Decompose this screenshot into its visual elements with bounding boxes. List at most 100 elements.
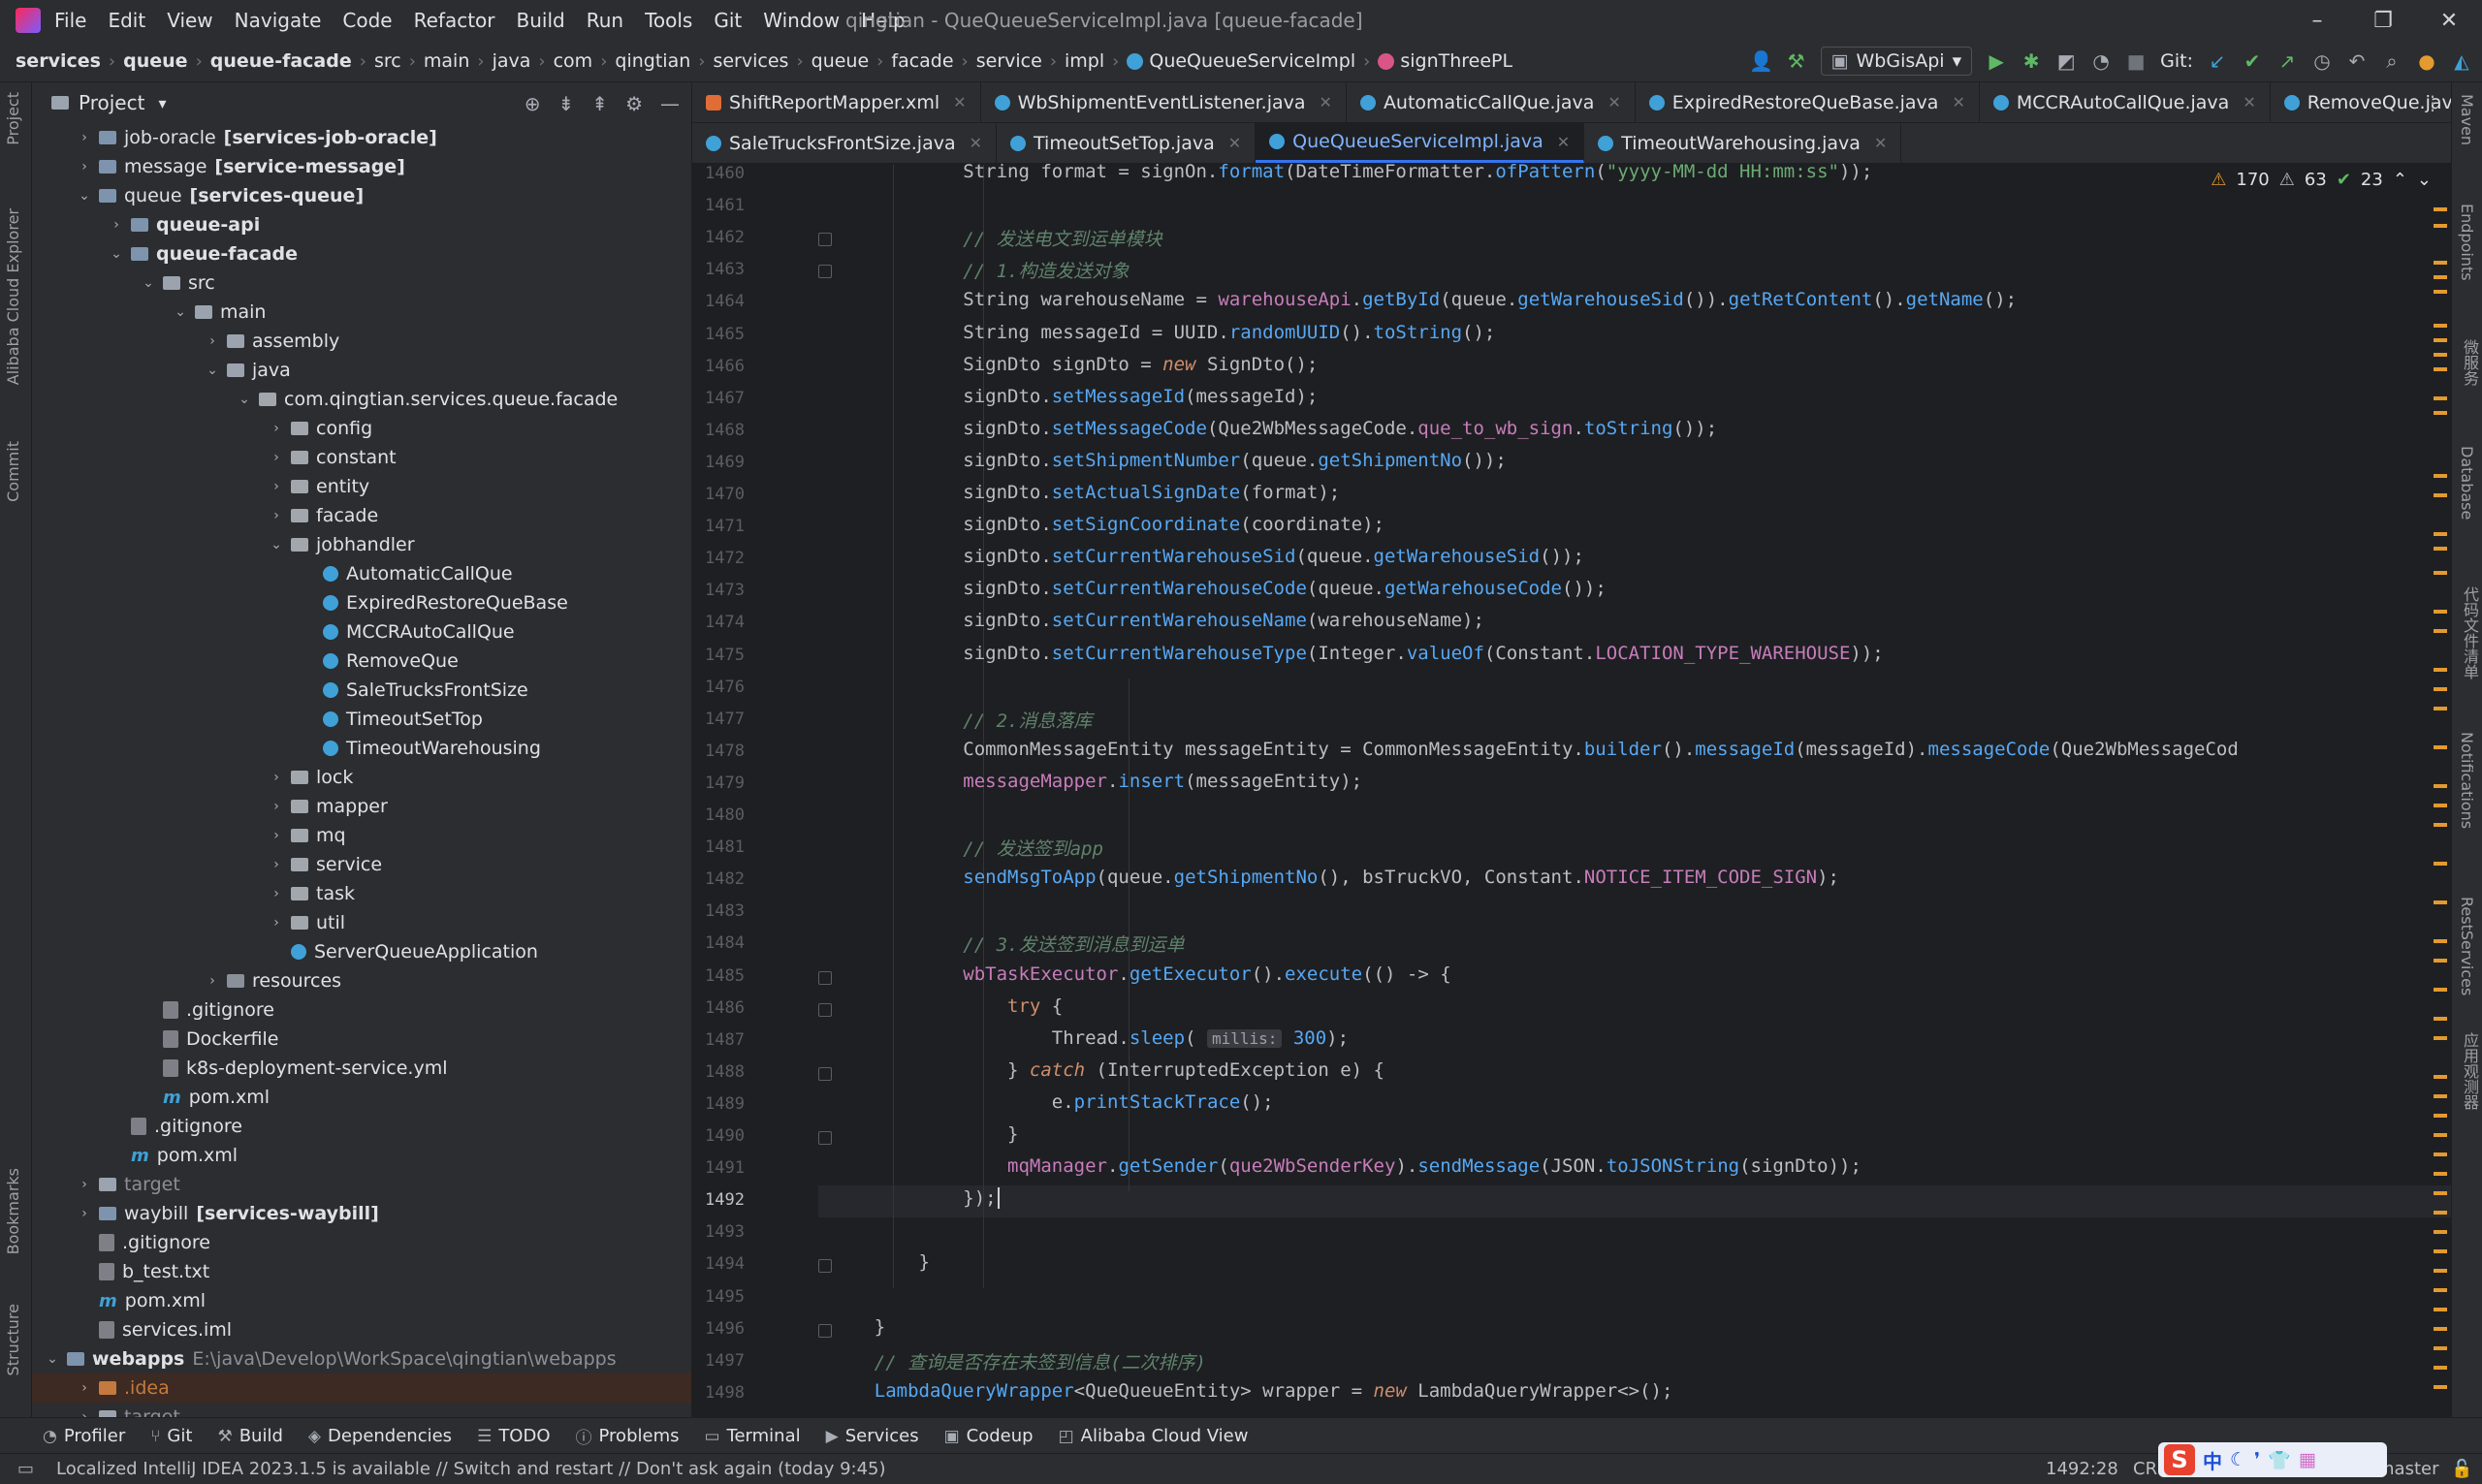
tree-node[interactable]: › job-oracle [services-job-oracle] bbox=[32, 123, 691, 152]
code-line[interactable]: mqManager.getSender(que2WbSenderKey).sen… bbox=[830, 1155, 1862, 1177]
rollback-icon[interactable]: ↶ bbox=[2346, 49, 2368, 73]
breadcrumb-item[interactable]: com bbox=[554, 50, 593, 72]
history-icon[interactable]: ◷ bbox=[2311, 49, 2333, 73]
coverage-icon[interactable]: ◩ bbox=[2055, 49, 2077, 73]
chevron-right-icon[interactable]: › bbox=[268, 915, 285, 931]
code-line[interactable]: } bbox=[830, 1123, 1018, 1145]
menu-item-navigate[interactable]: Navigate bbox=[235, 9, 322, 32]
breadcrumb-item[interactable]: main bbox=[424, 50, 469, 72]
chevron-right-icon[interactable]: › bbox=[268, 799, 285, 814]
tool-bookmarks[interactable]: Bookmarks bbox=[4, 1168, 22, 1254]
chevron-down-icon[interactable]: ⌄ bbox=[140, 275, 157, 291]
build-hammer-icon[interactable]: ⚒ bbox=[1786, 49, 1807, 73]
code-line[interactable]: String messageId = UUID.randomUUID().toS… bbox=[830, 322, 1495, 343]
tree-node[interactable]: ⌄ main bbox=[32, 298, 691, 327]
update-icon[interactable]: ● bbox=[2416, 49, 2437, 73]
breadcrumb-item[interactable]: java bbox=[493, 50, 531, 72]
menu-item-refactor[interactable]: Refactor bbox=[414, 9, 495, 32]
editor-tab[interactable]: TimeoutSetTop.java ✕ bbox=[997, 123, 1257, 163]
breadcrumb-item[interactable]: queue bbox=[811, 50, 870, 72]
chevron-right-icon[interactable]: › bbox=[76, 130, 93, 145]
toolbox-icon[interactable]: ▦ bbox=[2299, 1449, 2316, 1470]
tool-alibaba-cloud-explorer[interactable]: Alibaba Cloud Explorer bbox=[4, 208, 22, 385]
code-line[interactable]: SignDto signDto = new SignDto(); bbox=[830, 354, 1318, 375]
chevron-down-icon[interactable]: ⌄ bbox=[76, 188, 93, 204]
code-line[interactable]: signDto.setMessageCode(Que2WbMessageCode… bbox=[830, 418, 1717, 439]
git-update-icon[interactable]: ↙ bbox=[2207, 49, 2228, 73]
code-line[interactable]: signDto.setShipmentNumber(queue.getShipm… bbox=[830, 450, 1507, 471]
tree-node[interactable]: .gitignore bbox=[32, 1112, 691, 1141]
tree-node[interactable]: m pom.xml bbox=[32, 1286, 691, 1315]
menu-item-tools[interactable]: Tools bbox=[645, 9, 692, 32]
chevron-right-icon[interactable]: › bbox=[268, 479, 285, 494]
minimize-icon[interactable]: – bbox=[2284, 0, 2350, 41]
lock-icon[interactable]: 🔓 bbox=[2451, 1459, 2472, 1479]
tree-node[interactable]: › service bbox=[32, 850, 691, 879]
locate-icon[interactable]: ⊕ bbox=[525, 92, 541, 115]
breadcrumb-item[interactable]: qingtian bbox=[615, 50, 690, 72]
tree-node[interactable]: AutomaticCallQue bbox=[32, 559, 691, 588]
menu-item-edit[interactable]: Edit bbox=[108, 9, 145, 32]
menu-item-git[interactable]: Git bbox=[714, 9, 742, 32]
breadcrumb-item[interactable]: queue-facade bbox=[210, 50, 352, 72]
code-line[interactable]: wbTaskExecutor.getExecutor().execute(() … bbox=[830, 963, 1450, 985]
tool-window-profiler[interactable]: ◔ Profiler bbox=[43, 1426, 125, 1446]
code-line[interactable]: // 发送电文到运单模块 bbox=[830, 225, 1161, 251]
tree-node[interactable]: › util bbox=[32, 908, 691, 937]
tool-code-file-list[interactable]: 代码文件清单 bbox=[2458, 586, 2481, 679]
code-line[interactable]: signDto.setCurrentWarehouseSid(queue.get… bbox=[830, 546, 1584, 567]
code-line[interactable]: signDto.setSignCoordinate(coordinate); bbox=[830, 514, 1384, 535]
close-tab-icon[interactable]: ✕ bbox=[1952, 93, 1964, 111]
user-icon[interactable]: 👤 bbox=[1749, 49, 1773, 73]
tool-window-terminal[interactable]: ▭ Terminal bbox=[704, 1426, 800, 1446]
tree-node[interactable]: Dockerfile bbox=[32, 1025, 691, 1054]
menu-item-build[interactable]: Build bbox=[517, 9, 565, 32]
breadcrumb-item[interactable]: signThreePL bbox=[1378, 50, 1512, 72]
breadcrumb-item[interactable]: src bbox=[374, 50, 401, 72]
code-line[interactable]: signDto.setActualSignDate(format); bbox=[830, 482, 1340, 503]
code-line[interactable]: });​ bbox=[830, 1187, 1000, 1210]
close-tab-icon[interactable]: ✕ bbox=[2243, 93, 2255, 111]
tree-node[interactable]: ServerQueueApplication bbox=[32, 937, 691, 966]
tool-project[interactable]: Project bbox=[4, 92, 22, 145]
plugin-icon[interactable]: ◭ bbox=[2451, 49, 2472, 73]
run-configuration-select[interactable]: ▣ WbGisApi ▾ bbox=[1820, 47, 1973, 76]
tree-node[interactable]: ExpiredRestoreQueBase bbox=[32, 588, 691, 617]
editor-tab[interactable]: AutomaticCallQue.java ✕ bbox=[1347, 82, 1636, 122]
tree-node[interactable]: › target bbox=[32, 1170, 691, 1199]
chevron-right-icon[interactable]: › bbox=[268, 828, 285, 843]
code-line[interactable]: signDto.setCurrentWarehouseName(warehous… bbox=[830, 610, 1484, 631]
editor-tab[interactable]: ExpiredRestoreQueBase.java ✕ bbox=[1636, 82, 1980, 122]
intellij-logo-icon[interactable] bbox=[16, 8, 41, 33]
tree-node[interactable]: k8s-deployment-service.yml bbox=[32, 1054, 691, 1083]
chevron-right-icon[interactable]: › bbox=[268, 857, 285, 872]
tree-node[interactable]: › lock bbox=[32, 763, 691, 792]
breadcrumb-item[interactable]: queue bbox=[123, 50, 187, 72]
git-push-icon[interactable]: ↗ bbox=[2276, 49, 2298, 73]
chevron-right-icon[interactable]: › bbox=[76, 1206, 93, 1221]
tree-node[interactable]: TimeoutWarehousing bbox=[32, 734, 691, 763]
tree-node[interactable]: › assembly bbox=[32, 327, 691, 356]
code-line[interactable]: LambdaQueryWrapper<QueQueueEntity> wrapp… bbox=[830, 1380, 1673, 1402]
editor-tab[interactable]: QueQueueServiceImpl.java ✕ bbox=[1256, 123, 1585, 163]
chevron-right-icon[interactable]: › bbox=[268, 886, 285, 901]
code-line[interactable]: signDto.setCurrentWarehouseCode(queue.ge… bbox=[830, 578, 1607, 599]
status-icon[interactable]: ▭ bbox=[17, 1459, 34, 1479]
breadcrumb-item[interactable]: facade bbox=[891, 50, 953, 72]
tree-node[interactable]: .gitignore bbox=[32, 995, 691, 1025]
stop-icon[interactable]: ■ bbox=[2125, 49, 2147, 73]
tree-node[interactable]: › config bbox=[32, 414, 691, 443]
collapse-all-icon[interactable]: ⇞ bbox=[591, 92, 608, 115]
code-line[interactable]: } bbox=[830, 1251, 930, 1273]
tree-node[interactable]: › mapper bbox=[32, 792, 691, 821]
menu-item-view[interactable]: View bbox=[167, 9, 212, 32]
tree-node[interactable]: ⌄ queue-facade bbox=[32, 239, 691, 268]
tool-window-alibaba-cloud-view[interactable]: ◰ Alibaba Cloud View bbox=[1059, 1426, 1249, 1446]
code-line[interactable]: // 2.消息落库 bbox=[830, 707, 1092, 733]
code-line[interactable]: // 查询是否存在未签到信息(二次排序) bbox=[830, 1348, 1206, 1374]
chevron-right-icon[interactable]: › bbox=[204, 973, 221, 989]
close-tab-icon[interactable]: ✕ bbox=[1874, 134, 1887, 152]
chevron-down-icon[interactable]: ▾ bbox=[158, 94, 166, 112]
close-tab-icon[interactable]: ✕ bbox=[953, 93, 966, 111]
close-icon[interactable]: ✕ bbox=[2416, 0, 2482, 41]
